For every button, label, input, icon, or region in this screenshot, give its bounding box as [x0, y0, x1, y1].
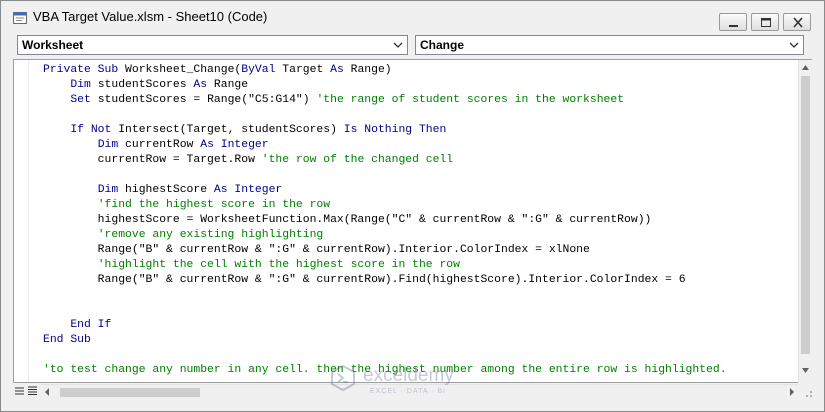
close-icon [793, 17, 803, 28]
code-token: Range("B" & currentRow & ":G" & currentR… [43, 274, 686, 286]
code-line[interactable]: highestScore = WorksheetFunction.Max(Ran… [43, 213, 791, 228]
full-module-view-icon[interactable] [27, 385, 38, 397]
code-line[interactable] [43, 108, 791, 123]
code-line[interactable]: Set studentScores = Range("C5:G14") 'the… [43, 93, 791, 108]
code-keyword: Is Nothing Then [343, 124, 447, 136]
code-comment: 'the row of the changed cell [261, 154, 454, 166]
code-line[interactable]: Range("B" & currentRow & ":G" & currentR… [43, 273, 791, 288]
code-comment: 'the range of student scores in the work… [316, 94, 625, 106]
code-comment: 'to test change any number in any cell. … [43, 364, 727, 376]
code-token: Range [207, 79, 249, 91]
scroll-left-arrow-icon[interactable] [43, 387, 51, 397]
code-token: currentRow [118, 139, 201, 151]
scroll-right-arrow-icon[interactable] [788, 387, 796, 397]
procedure-view-icon[interactable] [14, 385, 25, 397]
view-toggle-group [13, 384, 39, 398]
code-comment: 'remove any existing highlighting [97, 229, 324, 241]
code-keyword: End Sub [43, 334, 91, 346]
close-button[interactable] [783, 13, 811, 31]
code-token: Worksheet_Change( [125, 64, 242, 76]
margin-indicator-bar[interactable] [28, 60, 29, 382]
code-comment: 'highlight the cell with the highest sco… [97, 259, 460, 271]
code-token: studentScores [90, 79, 194, 91]
code-line[interactable]: Dim studentScores As Range [43, 78, 791, 93]
title-bar[interactable]: VBA Target Value.xlsm - Sheet10 (Code) [1, 1, 824, 32]
code-keyword: End If [70, 319, 112, 331]
code-keyword: Dim [97, 184, 119, 196]
code-keyword: As [330, 64, 344, 76]
code-line[interactable]: 'find the highest score in the row [43, 198, 791, 213]
code-line[interactable]: Dim highestScore As Integer [43, 183, 791, 198]
code-line[interactable]: Dim currentRow As Integer [43, 138, 791, 153]
code-keyword: As [193, 79, 208, 91]
code-token: Intersect(Target, studentScores) [111, 124, 344, 136]
minimize-icon [729, 25, 738, 27]
code-token: studentScores = Range("C5:G14") [90, 94, 317, 106]
code-line[interactable] [43, 348, 791, 363]
code-line[interactable]: Range("B" & currentRow & ":G" & currentR… [43, 243, 791, 258]
vba-code-window: VBA Target Value.xlsm - Sheet10 (Code) W… [0, 0, 825, 412]
code-line[interactable] [43, 288, 791, 303]
code-token: highestScore [118, 184, 214, 196]
code-line[interactable]: End Sub [43, 333, 791, 348]
procedure-dropdown-value: Change [420, 38, 465, 52]
code-keyword: As Integer [200, 139, 269, 151]
code-line[interactable]: 'highlight the cell with the highest sco… [43, 258, 791, 273]
code-token: highestScore = WorksheetFunction.Max(Ran… [43, 214, 652, 226]
restore-button[interactable] [751, 13, 779, 31]
code-token: currentRow = Target.Row [43, 154, 262, 166]
resize-grip-icon[interactable] [801, 386, 813, 398]
vertical-scroll-thumb[interactable] [801, 76, 810, 354]
scroll-down-arrow-icon[interactable] [799, 363, 812, 378]
horizontal-scrollbar[interactable] [41, 384, 798, 398]
restore-icon [761, 18, 771, 27]
code-comment: 'find the highest score in the row [97, 199, 331, 211]
code-line[interactable] [43, 303, 791, 318]
code-line[interactable]: currentRow = Target.Row 'the row of the … [43, 153, 791, 168]
code-keyword: Dim [70, 79, 91, 91]
code-line[interactable]: 'remove any existing highlighting [43, 228, 791, 243]
code-line[interactable]: End If [43, 318, 791, 333]
horizontal-scroll-thumb[interactable] [60, 388, 200, 397]
code-line[interactable]: If Not Intersect(Target, studentScores) … [43, 123, 791, 138]
code-token: Target [275, 64, 331, 76]
code-line[interactable] [43, 168, 791, 183]
chevron-down-icon[interactable] [393, 41, 403, 49]
code-token: Range("B" & currentRow & ":G" & currentR… [43, 244, 590, 256]
code-editor[interactable]: Private Sub Worksheet_Change(ByVal Targe… [13, 59, 812, 383]
code-keyword: Private Sub [43, 64, 126, 76]
code-keyword: ByVal [241, 64, 276, 76]
vertical-scrollbar[interactable] [798, 60, 812, 383]
procedure-dropdown[interactable]: Change [415, 35, 804, 55]
vba-module-icon [13, 12, 27, 24]
code-keyword: Dim [97, 139, 119, 151]
code-token: Range) [343, 64, 392, 76]
object-dropdown-value: Worksheet [22, 38, 84, 52]
code-keyword: If Not [70, 124, 112, 136]
window-title: VBA Target Value.xlsm - Sheet10 (Code) [33, 9, 268, 24]
minimize-button[interactable] [719, 13, 747, 31]
code-text[interactable]: Private Sub Worksheet_Change(ByVal Targe… [43, 63, 791, 378]
code-line[interactable]: 'to test change any number in any cell. … [43, 363, 791, 378]
code-line[interactable]: Private Sub Worksheet_Change(ByVal Targe… [43, 63, 791, 78]
code-keyword: As Integer [213, 184, 283, 196]
chevron-down-icon[interactable] [789, 41, 799, 49]
code-keyword: Set [70, 94, 91, 106]
object-dropdown[interactable]: Worksheet [17, 35, 408, 55]
scroll-up-arrow-icon[interactable] [799, 60, 812, 75]
